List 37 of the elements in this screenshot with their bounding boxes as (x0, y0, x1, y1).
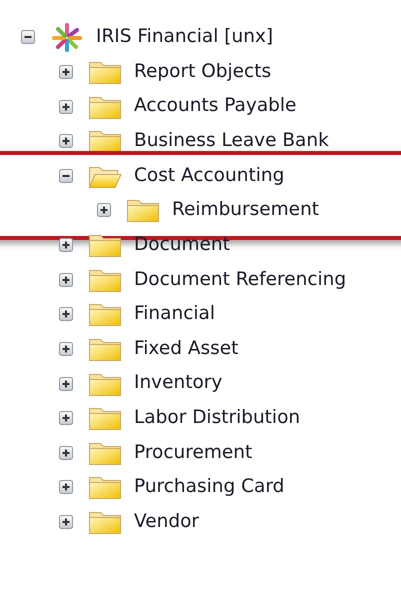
expand-toggle[interactable] (59, 342, 73, 356)
expand-toggle[interactable] (59, 64, 73, 79)
folder-icon (88, 301, 122, 328)
expand-toggle[interactable] (59, 307, 73, 322)
tree-node-label[interactable]: Document (134, 234, 230, 256)
tree-node-label[interactable]: Cost Accounting (134, 166, 284, 186)
tree-node-label[interactable]: Report Objects (134, 62, 272, 82)
expand-toggle[interactable] (59, 100, 73, 114)
expand-toggle[interactable] (59, 446, 73, 460)
expand-toggle[interactable] (59, 480, 73, 494)
folder-icon (88, 474, 122, 500)
tree-node-label[interactable]: Business Leave Bank (134, 131, 329, 152)
tree-node-label[interactable]: IRIS Financial [unx] (96, 27, 274, 48)
tree-node-label[interactable]: Financial (134, 304, 216, 324)
tree-node-label[interactable]: Purchasing Card (134, 477, 284, 498)
tree-node-label[interactable]: Labor Distribution (134, 408, 300, 428)
folder-icon (88, 509, 122, 536)
pinwheel-logo-icon (50, 22, 84, 52)
folder-icon (88, 232, 122, 258)
tree-node-label[interactable]: Reimbursement (172, 200, 320, 221)
folder-icon (88, 405, 122, 432)
expand-toggle[interactable] (59, 238, 73, 252)
expand-toggle[interactable] (59, 376, 73, 391)
collapse-toggle[interactable] (59, 168, 73, 183)
tree-node-label[interactable]: Fixed Asset (134, 338, 238, 360)
tree-node-label[interactable]: Document Referencing (134, 270, 346, 290)
tree-node-label[interactable]: Procurement (134, 442, 252, 463)
tree-node-label[interactable]: Vendor (134, 512, 199, 532)
expand-toggle[interactable] (59, 515, 73, 530)
tree-node-label[interactable]: Accounts Payable (134, 96, 296, 117)
expand-toggle[interactable] (59, 411, 73, 426)
tree-node-label[interactable]: Inventory (134, 373, 222, 394)
expand-toggle[interactable] (59, 272, 73, 287)
expand-toggle[interactable] (97, 203, 111, 218)
folder-icon (126, 197, 160, 224)
collapse-toggle[interactable] (21, 30, 35, 44)
expand-toggle[interactable] (59, 134, 73, 148)
